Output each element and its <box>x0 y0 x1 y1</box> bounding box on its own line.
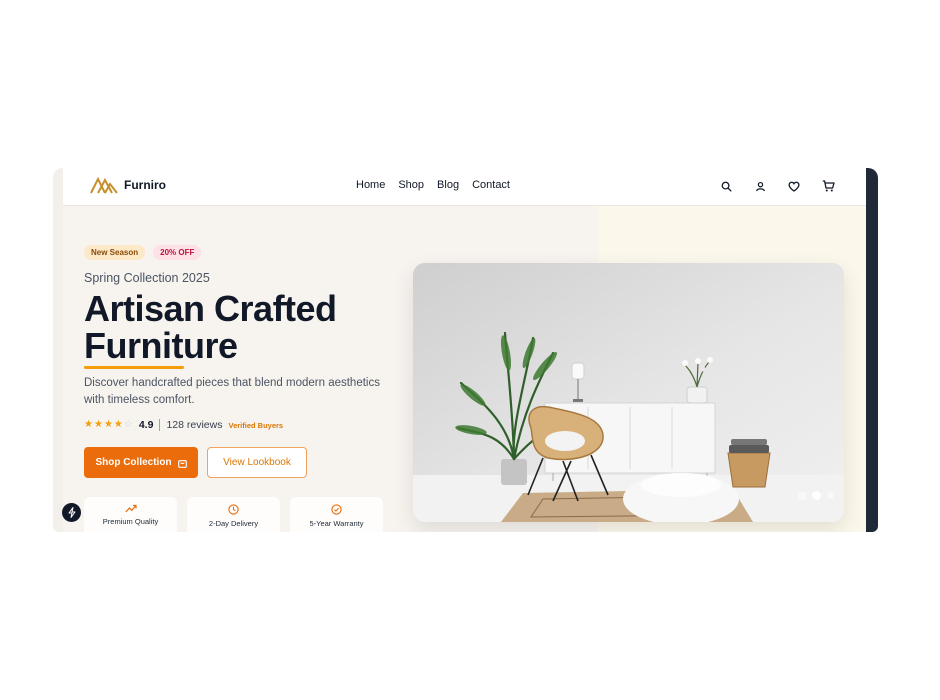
rating-row: ★ ★ ★ ★ ☆ 4.9 128 reviews Verified Buyer… <box>84 419 283 431</box>
clock-icon <box>228 504 239 515</box>
star-icon: ★ <box>84 419 93 430</box>
feature-card-quality: Premium Quality <box>84 497 177 532</box>
hero-headline: Artisan Crafted Furniture <box>84 290 337 364</box>
feature-card-warranty: 5-Year Warranty <box>290 497 383 532</box>
hero-description: Discover handcrafted pieces that blend m… <box>84 377 380 406</box>
check-circle-icon <box>331 504 342 515</box>
header-actions <box>718 178 836 194</box>
feature-cards: Premium Quality 2-Day Delivery 5-Year Wa… <box>84 497 383 532</box>
nav-shop[interactable]: Shop <box>398 179 424 191</box>
star-rating: ★ ★ ★ ★ ☆ <box>84 420 133 430</box>
carousel-dot-3[interactable] <box>827 492 834 499</box>
nav-contact[interactable]: Contact <box>472 179 510 191</box>
feature-label: Premium Quality <box>102 517 159 526</box>
shop-collection-button[interactable]: Shop Collection <box>84 447 198 478</box>
bolt-icon[interactable] <box>62 503 81 522</box>
headline-underline <box>84 366 184 369</box>
headline-line-1: Artisan Crafted <box>84 288 337 329</box>
left-gutter <box>53 168 63 532</box>
carousel-dot-2[interactable] <box>812 491 821 500</box>
logo[interactable]: Furniro <box>90 176 166 194</box>
logo-text: Furniro <box>124 178 166 192</box>
badge-row: New Season 20% OFF <box>84 245 202 260</box>
cart-icon[interactable] <box>820 178 836 194</box>
rating-value: 4.9 <box>138 419 154 431</box>
site-header: Furniro Home Shop Blog Contact <box>63 168 866 206</box>
review-count[interactable]: 128 reviews <box>166 419 222 431</box>
verified-label: Verified Buyers <box>228 420 284 430</box>
shop-collection-label: Shop Collection <box>95 457 172 468</box>
scrollbar[interactable] <box>866 168 878 532</box>
star-icon: ★ <box>93 419 103 430</box>
feature-label: 5-Year Warranty <box>309 519 364 528</box>
discount-badge: 20% OFF <box>153 245 202 260</box>
heart-icon[interactable] <box>786 178 802 194</box>
feature-label: 2-Day Delivery <box>208 519 259 528</box>
shopping-bag-icon <box>177 459 187 468</box>
search-icon[interactable] <box>718 178 734 194</box>
headline-line-2: Furniture <box>84 325 238 366</box>
star-empty-icon: ☆ <box>123 419 133 430</box>
hero-subtitle: Spring Collection 2025 <box>84 271 210 285</box>
logo-mark-icon <box>90 176 118 194</box>
user-icon[interactable] <box>752 178 768 194</box>
view-lookbook-button[interactable]: View Lookbook <box>207 447 307 478</box>
carousel-indicators <box>798 491 834 500</box>
feature-card-delivery: 2-Day Delivery <box>187 497 280 532</box>
rating-divider <box>159 419 161 431</box>
new-season-badge: New Season <box>84 245 146 260</box>
main-nav: Home Shop Blog Contact <box>356 179 510 191</box>
star-icon: ★ <box>113 419 123 430</box>
trending-up-icon <box>124 504 137 513</box>
living-room-photo <box>413 263 844 522</box>
nav-blog[interactable]: Blog <box>437 179 459 191</box>
carousel-dot-1[interactable] <box>798 491 806 500</box>
star-icon: ★ <box>103 419 113 430</box>
browser-viewport: Furniro Home Shop Blog Contact New Seaso… <box>53 168 878 532</box>
nav-home[interactable]: Home <box>356 179 385 191</box>
hero-image <box>413 263 844 522</box>
